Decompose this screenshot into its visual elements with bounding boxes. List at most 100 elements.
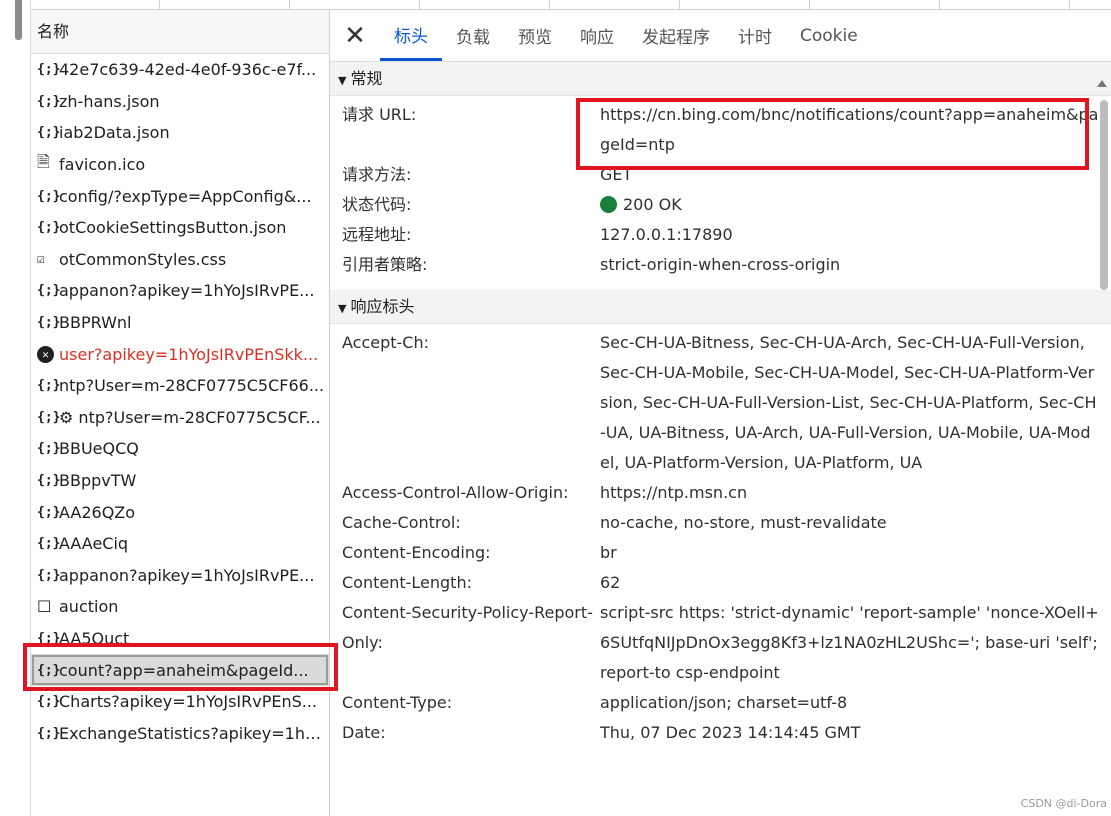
request-name: user?apikey=1hYoJsIRvPEnSkk...	[59, 344, 319, 364]
request-row[interactable]: {;} otCookieSettingsButton.json	[31, 212, 329, 244]
json-braces-icon: {;}	[37, 536, 61, 552]
request-name: appanon?apikey=1hYoJsIRvPE...	[59, 281, 315, 301]
json-braces-icon: {;}	[37, 378, 61, 394]
json-braces-icon: {;}	[37, 93, 61, 109]
request-row[interactable]: {;} ntp?User=m-28CF0775C5CF66...	[31, 370, 329, 402]
scroll-up-icon[interactable]	[1097, 80, 1107, 87]
request-name: auction	[59, 597, 119, 617]
json-braces-icon: {;}	[37, 504, 61, 520]
request-row[interactable]: ☐ auction	[31, 591, 329, 623]
scroll-marker	[15, 0, 22, 40]
json-braces-icon: {;}	[37, 188, 61, 204]
detail-tab-bar: ✕ 标头 负载 预览 响应 发起程序 计时 Cookie	[330, 10, 1111, 62]
remote-address-label: 远程地址:	[342, 225, 412, 244]
request-row[interactable]: {;} BBppvTW	[31, 465, 329, 497]
request-name: zh-hans.json	[59, 91, 160, 111]
json-braces-icon: {;}	[37, 62, 61, 78]
response-header-value: Thu, 07 Dec 2023 14:14:45 GMT	[600, 723, 861, 742]
request-name: Charts?apikey=1hYoJsIRvPEnS...	[59, 692, 318, 712]
tab-response[interactable]: 响应	[566, 10, 628, 61]
request-row[interactable]: {;} 42e7c639-42ed-4e0f-936c-e7f...	[31, 54, 329, 86]
request-row[interactable]: {;} appanon?apikey=1hYoJsIRvPE...	[31, 560, 329, 592]
status-ok-icon	[600, 196, 617, 213]
request-name: AA26QZo	[59, 502, 136, 522]
json-braces-icon: {;}	[37, 283, 61, 299]
response-header-row: Cache-Control: no-cache, no-store, must-r…	[330, 508, 1111, 538]
request-row[interactable]: {;} BBUeQCQ	[31, 433, 329, 465]
response-header-key: Date:	[342, 723, 386, 742]
triangle-down-icon: ▼	[338, 74, 347, 87]
json-braces-icon: {;}	[37, 409, 61, 425]
request-list: 名称 {;} 42e7c639-42ed-4e0f-936c-e7f... {;} z…	[31, 10, 330, 816]
request-method-label: 请求方法:	[342, 165, 412, 184]
request-name: ⚙ ntp?User=m-28CF0775C5CF...	[59, 407, 321, 427]
document-icon: 🗎	[37, 152, 50, 172]
close-icon[interactable]: ✕	[330, 10, 380, 61]
response-header-key: Cache-Control:	[342, 513, 461, 532]
status-code-row: 状态代码: 200 OK	[330, 190, 1111, 220]
json-braces-icon: {;}	[37, 220, 61, 236]
request-row[interactable]: 🗎 favicon.ico	[31, 149, 329, 181]
response-header-value: application/json; charset=utf-8	[600, 693, 848, 712]
json-braces-icon: {;}	[37, 473, 61, 489]
error-icon: ✕	[37, 345, 54, 363]
tab-preview[interactable]: 预览	[504, 10, 566, 61]
tab-timing[interactable]: 计时	[724, 10, 786, 61]
response-header-row: Content-Encoding: br	[330, 538, 1111, 568]
request-list-header[interactable]: 名称	[31, 10, 329, 54]
status-code-value: 200 OK	[623, 195, 682, 214]
general-section-toggle[interactable]: ▼ 常规	[330, 62, 1111, 96]
json-braces-icon: {;}	[37, 567, 61, 583]
response-header-key: Content-Security-Policy-Report-Only:	[342, 603, 593, 652]
request-row[interactable]: ✕ user?apikey=1hYoJsIRvPEnSkk...	[31, 338, 329, 370]
tab-cookies[interactable]: Cookie	[786, 10, 872, 61]
request-row[interactable]: {;} AAAeCiq	[31, 528, 329, 560]
response-header-row: Content-Type: application/json; charset=u…	[330, 688, 1111, 718]
request-row[interactable]: {;} BBPRWnl	[31, 307, 329, 339]
response-header-value: br	[600, 543, 617, 562]
tab-initiator[interactable]: 发起程序	[628, 10, 724, 61]
file-icon: ☐	[37, 597, 52, 617]
request-name: BBUeQCQ	[59, 439, 139, 459]
request-row[interactable]: {;} ⚙ ntp?User=m-28CF0775C5CF...	[31, 402, 329, 434]
request-row[interactable]: {;} AA26QZo	[31, 496, 329, 528]
tab-payload[interactable]: 负载	[442, 10, 504, 61]
request-row[interactable]: {;} ExchangeStatistics?apikey=1hY...	[31, 717, 329, 749]
json-braces-icon: {;}	[37, 694, 61, 710]
left-gutter	[0, 0, 31, 816]
response-headers-section: Accept-Ch: Sec-CH-UA-Bitness, Sec-CH-UA-A…	[330, 324, 1111, 748]
remote-address-value: 127.0.0.1:17890	[600, 225, 733, 244]
request-name: AAAeCiq	[59, 534, 129, 554]
response-header-value: no-cache, no-store, must-revalidate	[600, 513, 887, 532]
request-name: ExchangeStatistics?apikey=1hY...	[59, 723, 327, 743]
request-row[interactable]: {;} iab2Data.json	[31, 117, 329, 149]
response-header-key: Content-Length:	[342, 573, 472, 592]
response-headers-section-toggle[interactable]: ▼ 响应标头	[330, 290, 1111, 324]
response-header-key: Content-Encoding:	[342, 543, 491, 562]
request-name: BBPRWnl	[59, 313, 132, 333]
json-braces-icon: {;}	[37, 315, 61, 331]
tab-headers[interactable]: 标头	[380, 10, 442, 61]
remote-address-row: 远程地址: 127.0.0.1:17890	[330, 220, 1111, 250]
response-header-key: Access-Control-Allow-Origin:	[342, 483, 569, 502]
json-braces-icon: {;}	[37, 125, 61, 141]
request-url-label: 请求 URL:	[342, 105, 417, 124]
response-header-value: 62	[600, 573, 621, 592]
status-code-label: 状态代码:	[342, 195, 412, 214]
request-row[interactable]: {;} appanon?apikey=1hYoJsIRvPE...	[31, 275, 329, 307]
triangle-down-icon: ▼	[338, 302, 347, 315]
response-header-row: Content-Security-Policy-Report-Only: scri…	[330, 598, 1111, 688]
detail-scrollbar[interactable]	[1095, 72, 1111, 816]
response-header-row: Accept-Ch: Sec-CH-UA-Bitness, Sec-CH-UA-A…	[330, 328, 1111, 478]
response-header-value: script-src https: 'strict-dynamic' 'repo…	[600, 603, 1099, 682]
referrer-policy-value: strict-origin-when-cross-origin	[600, 255, 841, 274]
request-row[interactable]: {;} config/?expType=AppConfig&...	[31, 180, 329, 212]
scrollbar-thumb[interactable]	[1100, 100, 1108, 290]
request-name: 42e7c639-42ed-4e0f-936c-e7f...	[59, 60, 317, 80]
request-row[interactable]: ☑ otCommonStyles.css	[31, 244, 329, 276]
response-header-value: https://ntp.msn.cn	[600, 483, 748, 502]
response-header-row: Access-Control-Allow-Origin: https://ntp.…	[330, 478, 1111, 508]
response-header-row: Content-Length: 62	[330, 568, 1111, 598]
request-row[interactable]: {;} zh-hans.json	[31, 86, 329, 118]
request-name: otCommonStyles.css	[59, 249, 227, 269]
